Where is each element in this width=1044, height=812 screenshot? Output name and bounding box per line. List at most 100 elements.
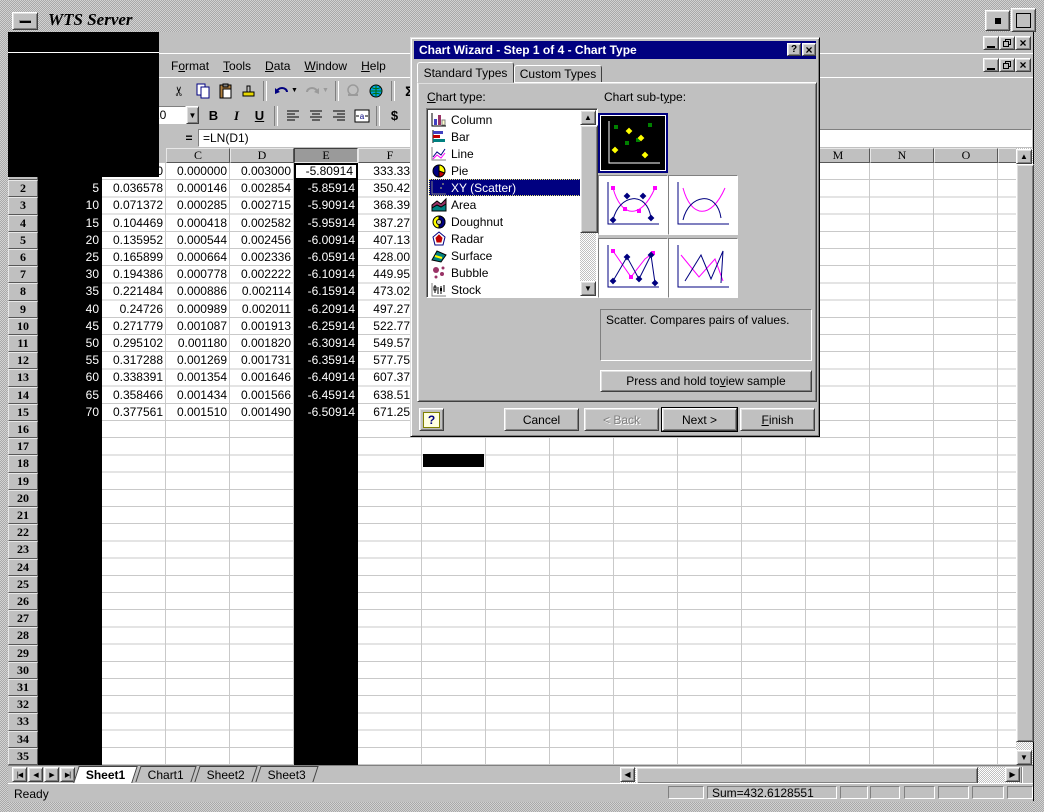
cell-E12[interactable]: -6.35914 <box>294 352 358 369</box>
row-header-34[interactable]: 34 <box>8 731 38 748</box>
cell-C11[interactable]: 0.001180 <box>166 335 230 352</box>
menu-item-format[interactable]: Format <box>164 58 216 74</box>
cell-B10[interactable]: 0.271779 <box>102 318 166 335</box>
row-header-27[interactable]: 27 <box>8 610 38 627</box>
sheet-tab-sheet1[interactable]: Sheet1 <box>73 766 138 783</box>
undo-button[interactable] <box>270 80 293 102</box>
tabbar-resize-gap[interactable] <box>1021 767 1034 783</box>
cell-A4[interactable]: 15 <box>38 215 102 232</box>
row-header-20[interactable]: 20 <box>8 490 38 507</box>
chart-type-item-stock[interactable]: Stock <box>429 281 581 298</box>
cell-C3[interactable]: 0.000285 <box>166 197 230 214</box>
tab-scroll-buttons[interactable]: |◀◀▶▶| <box>12 767 75 782</box>
row-header-30[interactable]: 30 <box>8 662 38 679</box>
cell-C2[interactable]: 0.000146 <box>166 180 230 197</box>
cell-A11[interactable]: 50 <box>38 335 102 352</box>
column-header-partial[interactable] <box>998 148 1016 163</box>
row-header-29[interactable]: 29 <box>8 645 38 662</box>
web-toolbar-button[interactable] <box>365 80 388 102</box>
cell-E1[interactable]: -5.80914 <box>294 163 358 180</box>
sheet-tabs[interactable]: Sheet1Chart1Sheet2Sheet3 <box>76 766 319 783</box>
listbox-scrollbar[interactable]: ▲ ▼ <box>580 110 596 296</box>
row-header-33[interactable]: 33 <box>8 713 38 730</box>
cell-B14[interactable]: 0.358466 <box>102 387 166 404</box>
cell-C6[interactable]: 0.000664 <box>166 249 230 266</box>
listbox-scroll-down-button[interactable]: ▼ <box>580 281 596 296</box>
cell-C4[interactable]: 0.000418 <box>166 215 230 232</box>
cell-E6[interactable]: -6.05914 <box>294 249 358 266</box>
row-header-15[interactable]: 15 <box>8 404 38 421</box>
cell-E3[interactable]: -5.90914 <box>294 197 358 214</box>
cell-E10[interactable]: -6.25914 <box>294 318 358 335</box>
chart-type-item-bubble[interactable]: Bubble <box>429 264 581 281</box>
cell-B2[interactable]: 0.036578 <box>102 180 166 197</box>
wts-titlebar[interactable]: WTS Server <box>8 8 1034 32</box>
chart-subtype-scatter-lines-markers[interactable] <box>598 238 668 298</box>
cell-D15[interactable]: 0.001490 <box>230 404 294 421</box>
row-header-35[interactable]: 35 <box>8 748 38 765</box>
chart-type-listbox[interactable]: ColumnBarLinePieXY (Scatter)AreaDoughnut… <box>426 108 598 298</box>
chart-type-item-line[interactable]: Line <box>429 145 581 162</box>
row-header-2[interactable]: 2 <box>8 180 38 197</box>
row-header-31[interactable]: 31 <box>8 679 38 696</box>
dialog-titlebar[interactable]: Chart Wizard - Step 1 of 4 - Chart Type … <box>414 41 816 59</box>
cell-D6[interactable]: 0.002336 <box>230 249 294 266</box>
chart-type-item-surface[interactable]: Surface <box>429 247 581 264</box>
cell-A8[interactable]: 35 <box>38 283 102 300</box>
sheet-tab-chart1[interactable]: Chart1 <box>136 766 197 782</box>
row-header-32[interactable]: 32 <box>8 696 38 713</box>
cell-C5[interactable]: 0.000544 <box>166 232 230 249</box>
cell-A5[interactable]: 20 <box>38 232 102 249</box>
align-left-button[interactable] <box>281 105 304 127</box>
cell-B5[interactable]: 0.135952 <box>102 232 166 249</box>
workbook-restore-button[interactable] <box>999 58 1015 72</box>
cell-B4[interactable]: 0.104469 <box>102 215 166 232</box>
row-header-16[interactable]: 16 <box>8 421 38 438</box>
row-header-28[interactable]: 28 <box>8 627 38 644</box>
chevron-down-icon[interactable]: ▼ <box>291 87 298 94</box>
cell-C7[interactable]: 0.000778 <box>166 266 230 283</box>
dialog-help-button[interactable]: ? <box>787 43 801 56</box>
cell-E8[interactable]: -6.15914 <box>294 283 358 300</box>
cell-A13[interactable]: 60 <box>38 369 102 386</box>
cell-E5[interactable]: -6.00914 <box>294 232 358 249</box>
workbook-minimize-button[interactable] <box>983 58 999 72</box>
row-header-13[interactable]: 13 <box>8 369 38 386</box>
cell-E15[interactable]: -6.50914 <box>294 404 358 421</box>
row-header-10[interactable]: 10 <box>8 318 38 335</box>
tab-prev-button[interactable]: ◀ <box>28 767 43 782</box>
row-header-7[interactable]: 7 <box>8 266 38 283</box>
redo-button[interactable] <box>301 80 324 102</box>
menu-item-window[interactable]: Window <box>297 58 354 74</box>
cancel-button[interactable]: Cancel <box>504 408 579 431</box>
vertical-scroll-thumb[interactable] <box>1016 164 1034 742</box>
cell-B8[interactable]: 0.221484 <box>102 283 166 300</box>
chart-type-item-bar[interactable]: Bar <box>429 128 581 145</box>
cell-B11[interactable]: 0.295102 <box>102 335 166 352</box>
row-header-5[interactable]: 5 <box>8 232 38 249</box>
cell-A12[interactable]: 55 <box>38 352 102 369</box>
view-sample-button[interactable]: Press and hold to view sample <box>600 370 812 392</box>
tab-first-button[interactable]: |◀ <box>12 767 27 782</box>
excel-close-button[interactable]: × <box>1015 36 1031 50</box>
cell-D3[interactable]: 0.002715 <box>230 197 294 214</box>
cell-C14[interactable]: 0.001434 <box>166 387 230 404</box>
chevron-down-icon[interactable]: ▼ <box>322 87 329 94</box>
cell-C12[interactable]: 0.001269 <box>166 352 230 369</box>
horizontal-scroll-thumb[interactable] <box>636 767 978 784</box>
row-header-24[interactable]: 24 <box>8 559 38 576</box>
row-header-19[interactable]: 19 <box>8 473 38 490</box>
chart-type-item-xy-scatter-[interactable]: XY (Scatter) <box>429 179 581 196</box>
cell-D9[interactable]: 0.002011 <box>230 301 294 318</box>
bold-button[interactable]: B <box>202 105 225 127</box>
finish-button[interactable]: Finish <box>740 408 815 431</box>
tab-last-button[interactable]: ▶| <box>60 767 75 782</box>
cell-A9[interactable]: 40 <box>38 301 102 318</box>
cell-E13[interactable]: -6.40914 <box>294 369 358 386</box>
merge-center-button[interactable]: a <box>350 105 373 127</box>
cell-E7[interactable]: -6.10914 <box>294 266 358 283</box>
cell-D11[interactable]: 0.001820 <box>230 335 294 352</box>
cell-A7[interactable]: 30 <box>38 266 102 283</box>
cell-D13[interactable]: 0.001646 <box>230 369 294 386</box>
font-size-dropdown-button[interactable]: ▼ <box>186 106 199 124</box>
